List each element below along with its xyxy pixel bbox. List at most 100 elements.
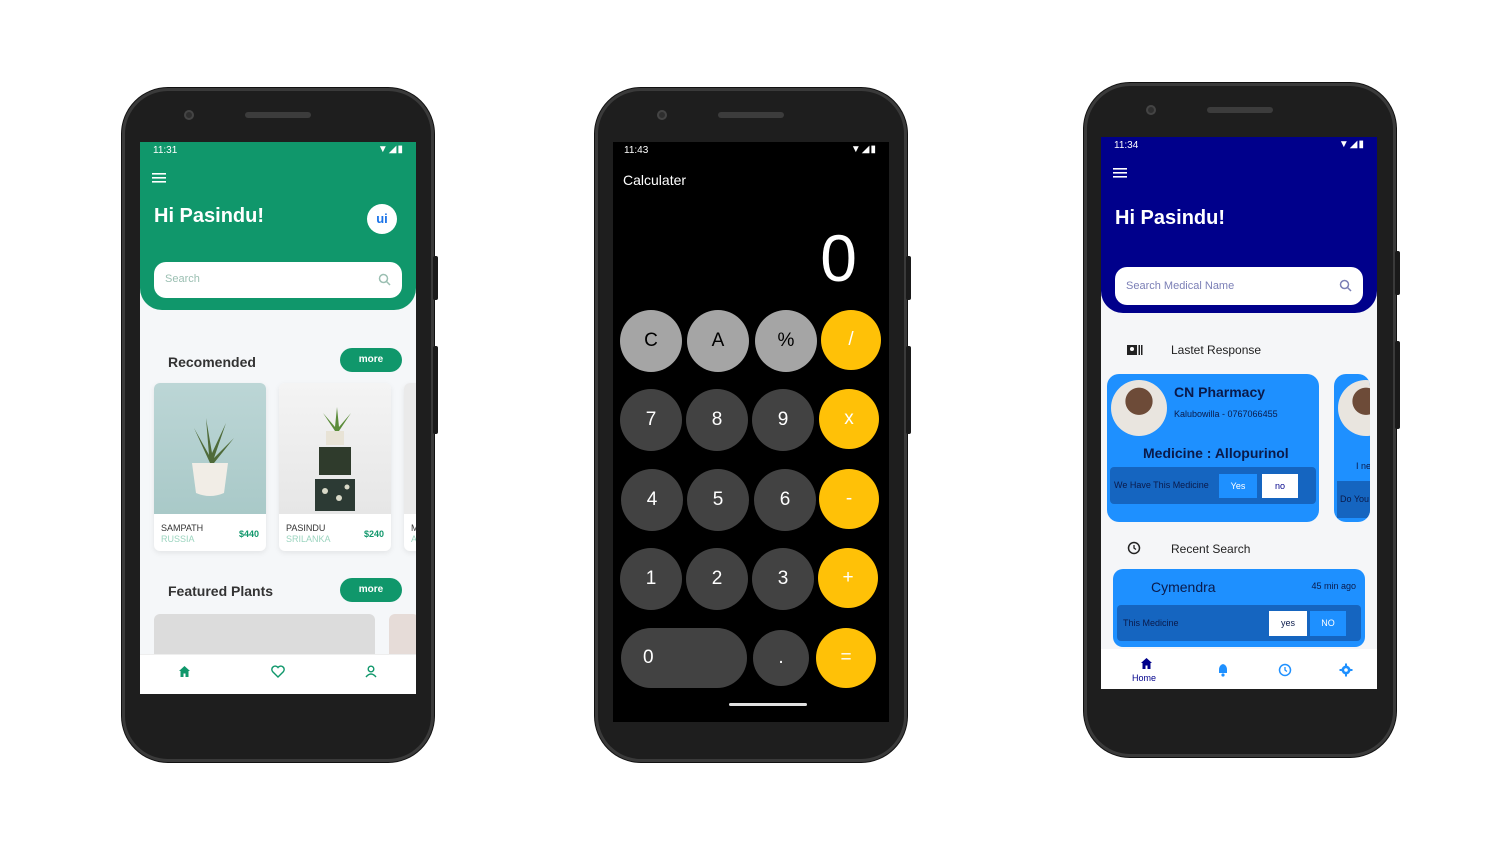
home-indicator[interactable] <box>729 703 807 706</box>
key-2[interactable]: 2 <box>686 548 748 610</box>
key-9[interactable]: 9 <box>752 389 814 451</box>
volume-button <box>1395 341 1400 429</box>
clock-icon <box>1127 541 1141 555</box>
availability-question: We Have This Medicine <box>1114 480 1209 490</box>
pharmacy-avatar <box>1111 380 1167 436</box>
search-placeholder: Search <box>165 273 200 285</box>
card-name: M <box>411 523 416 533</box>
plant-image <box>154 383 266 514</box>
card-name: SAMPATH <box>161 523 204 533</box>
search-placeholder: Search Medical Name <box>1126 280 1235 292</box>
no-button[interactable]: no <box>1262 474 1298 498</box>
history-icon[interactable] <box>1278 663 1292 677</box>
response-card[interactable]: CN Pharmacy Kalubowilla - 0767066455 Med… <box>1107 374 1319 522</box>
pharmacy-avatar <box>1338 380 1370 436</box>
key-6[interactable]: 6 <box>754 469 816 531</box>
signal-battery-icon: ▼◢▮ <box>1338 139 1365 150</box>
pharmacy-screen: 11:34 ▼◢▮ Hi Pasindu! Search Medical Nam… <box>1101 137 1377 689</box>
key-percent[interactable]: % <box>755 310 817 372</box>
recent-time: 45 min ago <box>1311 581 1356 591</box>
power-button <box>906 256 911 300</box>
status-time: 11:31 <box>153 145 178 156</box>
greeting: Hi Pasindu! <box>1115 207 1226 229</box>
key-7[interactable]: 7 <box>620 389 682 451</box>
front-camera <box>657 110 667 120</box>
response-peek-text: I ne <box>1356 461 1370 471</box>
key-3[interactable]: 3 <box>752 548 814 610</box>
home-icon[interactable] <box>1140 657 1153 670</box>
menu-icon[interactable] <box>152 172 166 184</box>
key-0[interactable]: 0 <box>621 628 747 688</box>
search-icon[interactable] <box>378 273 391 286</box>
status-bar: 11:34 ▼◢▮ <box>1101 137 1377 155</box>
profile-icon[interactable] <box>365 665 377 678</box>
key-clear[interactable]: C <box>620 310 682 372</box>
key-4[interactable]: 4 <box>621 469 683 531</box>
search-icon[interactable] <box>1339 279 1352 292</box>
key-subtract[interactable]: - <box>819 469 879 529</box>
front-camera <box>184 110 194 120</box>
bell-icon[interactable] <box>1216 663 1230 677</box>
home-icon[interactable] <box>178 665 191 678</box>
phone-calculator: 11:43 ▼◢▮ Calculater 0 C A % / 7 8 9 x 4… <box>595 88 911 762</box>
plant-card[interactable]: PASINDU SRILANKA $240 <box>279 383 391 551</box>
status-time: 11:43 <box>624 145 649 156</box>
status-time: 11:34 <box>1114 140 1139 151</box>
key-5[interactable]: 5 <box>687 469 749 531</box>
signal-battery-icon: ▼◢▮ <box>850 144 877 155</box>
key-equals[interactable]: = <box>816 628 876 688</box>
availability-bar: Do You <box>1337 481 1370 518</box>
recent-question: This Medicine <box>1123 618 1179 628</box>
settings-icon[interactable] <box>1339 663 1353 677</box>
yes-button[interactable]: yes <box>1269 611 1307 636</box>
pharmacy-name: CN Pharmacy <box>1174 384 1266 400</box>
availability-bar: We Have This Medicine Yes no <box>1110 467 1316 504</box>
card-price: $440 <box>238 529 259 539</box>
signal-battery-icon: ▼◢▮ <box>377 144 404 155</box>
key-8[interactable]: 8 <box>686 389 748 451</box>
response-card[interactable]: I ne Do You <box>1334 374 1370 522</box>
featured-plant-image[interactable] <box>389 614 416 654</box>
front-camera <box>1146 105 1156 115</box>
avatar-icon[interactable]: ui <box>367 204 397 234</box>
pharmacy-address: Kalubowilla - 0767066455 <box>1174 409 1278 419</box>
recent-search-label: Recent Search <box>1171 542 1251 556</box>
key-decimal[interactable]: . <box>753 630 809 686</box>
key-divide[interactable]: / <box>821 310 881 370</box>
recent-search-card[interactable]: Cymendra 45 min ago This Medicine yes NO <box>1113 569 1365 647</box>
status-bar: 11:43 ▼◢▮ <box>613 142 889 160</box>
calculator-display: 0 <box>820 221 857 295</box>
card-country: A <box>411 534 416 544</box>
plant-card[interactable]: SAMPATH RUSSIA $440 <box>154 383 266 551</box>
app-title: Calculater <box>623 172 687 188</box>
key-1[interactable]: 1 <box>620 548 682 610</box>
no-button[interactable]: NO <box>1310 611 1346 636</box>
search-input[interactable]: Search <box>154 262 402 298</box>
header: 11:31 ▼◢▮ Hi Pasindu! ui Search <box>140 142 416 310</box>
key-add[interactable]: + <box>818 548 878 608</box>
plants-screen: 11:31 ▼◢▮ Hi Pasindu! ui Search Recomend… <box>140 142 416 694</box>
phone-plants: 11:31 ▼◢▮ Hi Pasindu! ui Search Recomend… <box>122 88 438 762</box>
nav-home-label[interactable]: Home <box>1132 673 1156 683</box>
speaker <box>245 112 311 118</box>
featured-plant-image[interactable] <box>154 614 375 654</box>
plant-card[interactable]: M A <box>404 383 416 551</box>
plant-image <box>404 383 416 514</box>
search-input[interactable]: Search Medical Name <box>1115 267 1363 305</box>
contact-card-icon <box>1127 344 1143 356</box>
key-all-clear[interactable]: A <box>687 310 749 372</box>
header: 11:34 ▼◢▮ Hi Pasindu! Search Medical Nam… <box>1101 137 1377 313</box>
status-bar: 11:31 ▼◢▮ <box>140 142 416 160</box>
heart-icon[interactable] <box>271 665 285 678</box>
featured-more-button[interactable]: more <box>340 578 402 602</box>
availability-question: Do You <box>1340 494 1370 504</box>
key-multiply[interactable]: x <box>819 389 879 449</box>
plant-image <box>279 383 391 514</box>
yes-button[interactable]: Yes <box>1219 474 1257 498</box>
latest-response-label: Lastet Response <box>1171 343 1262 357</box>
card-name: PASINDU <box>286 523 326 533</box>
recommended-more-button[interactable]: more <box>340 348 402 372</box>
card-country: RUSSIA <box>161 534 195 544</box>
menu-icon[interactable] <box>1113 167 1127 179</box>
power-button <box>1395 251 1400 295</box>
